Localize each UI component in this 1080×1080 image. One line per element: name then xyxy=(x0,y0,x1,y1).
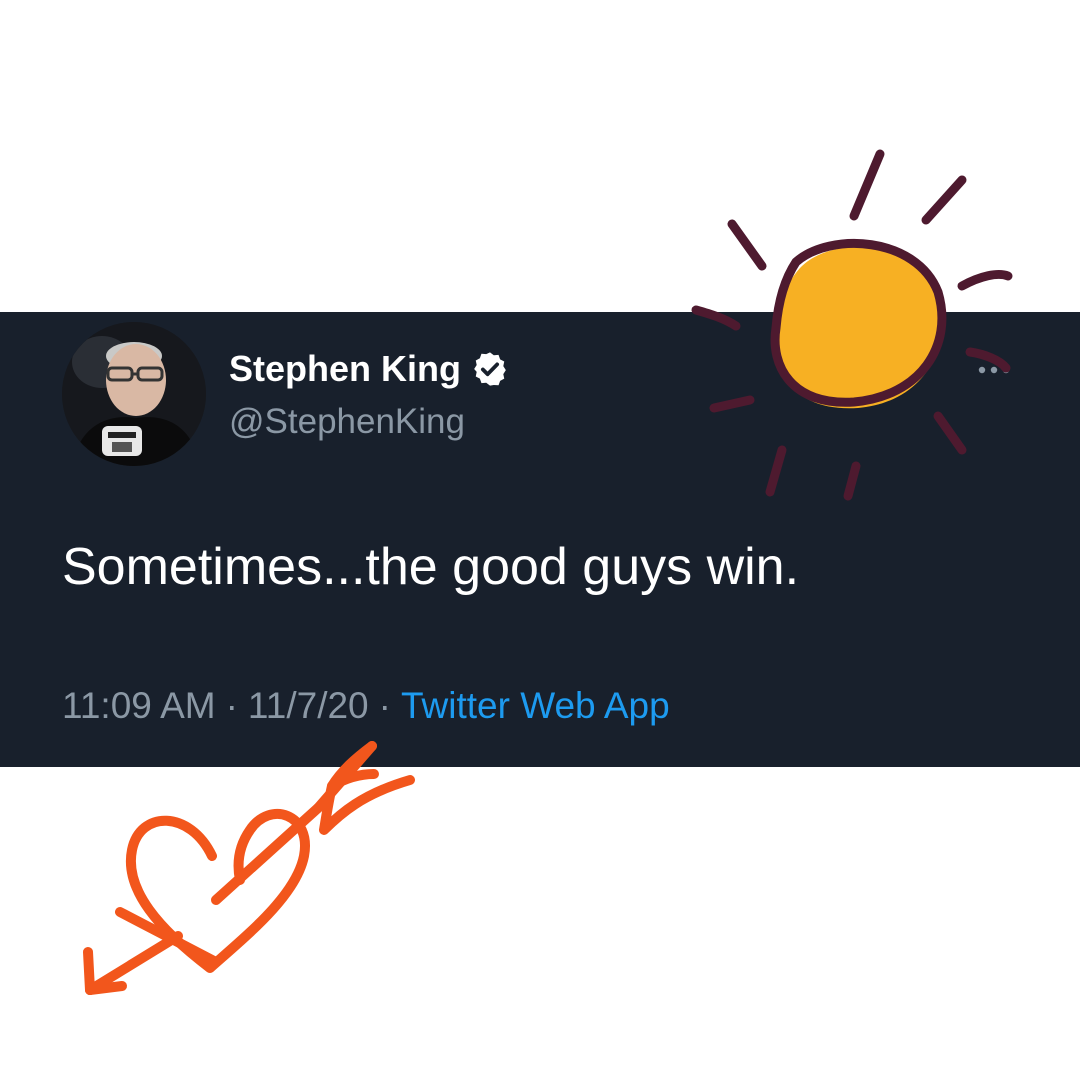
tweet-date[interactable]: 11/7/20 xyxy=(248,685,369,726)
meta-separator: · xyxy=(378,685,391,726)
tweet-time[interactable]: 11:09 AM xyxy=(62,685,216,726)
tweet-text: Sometimes...the good guys win. xyxy=(62,538,800,596)
tweet-metadata: 11:09 AM · 11/7/20 · Twitter Web App xyxy=(62,685,670,727)
display-name-text[interactable]: Stephen King xyxy=(229,348,461,390)
heart-arrow-doodle-icon xyxy=(83,741,415,995)
avatar[interactable] xyxy=(62,322,206,466)
display-name[interactable]: Stephen King xyxy=(229,348,509,390)
tweet-source-link[interactable]: Twitter Web App xyxy=(401,685,670,726)
author-handle[interactable]: @StephenKing xyxy=(229,402,465,442)
meta-separator: · xyxy=(225,685,238,726)
verified-badge-icon xyxy=(471,350,509,388)
more-horizontal-icon[interactable] xyxy=(975,358,1013,382)
